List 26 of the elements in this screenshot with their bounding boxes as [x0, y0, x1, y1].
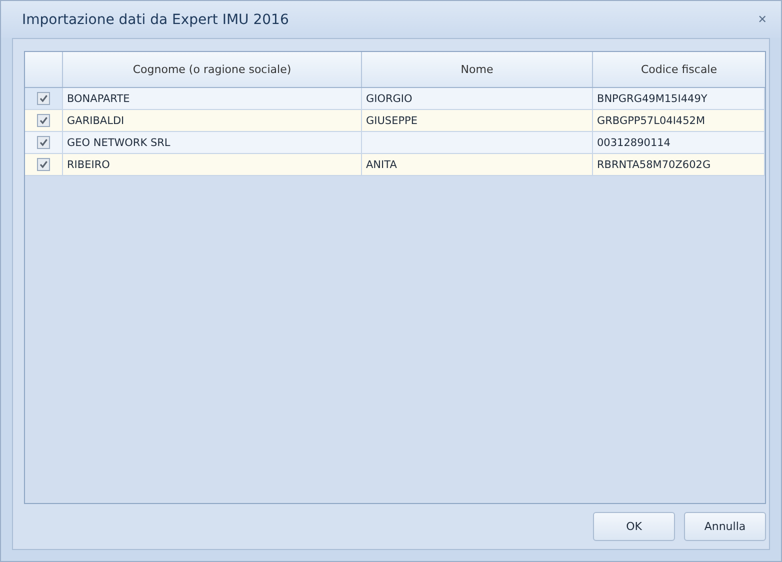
- table-cell: RIBEIRO: [63, 154, 362, 175]
- table-row[interactable]: RIBEIRO ANITA RBRNTA58M70Z602G: [25, 154, 765, 176]
- table-row[interactable]: GEO NETWORK SRL 00312890114: [25, 132, 765, 154]
- cancel-button[interactable]: Annulla: [684, 512, 766, 541]
- selected-row[interactable]: BONAPARTE GIORGIO BNPGRG49M15I449Y: [25, 88, 765, 110]
- column-header[interactable]: Cognome (o ragione sociale): [63, 52, 362, 87]
- table-cell: RBRNTA58M70Z602G: [593, 154, 765, 175]
- table-cell: ANITA: [362, 154, 593, 175]
- column-header[interactable]: Codice fiscale: [593, 52, 765, 87]
- table-row[interactable]: GARIBALDI GIUSEPPE GRBGPP57L04I452M: [25, 110, 765, 132]
- ok-button[interactable]: OK: [593, 512, 675, 541]
- table-cell: 00312890114: [593, 132, 765, 153]
- table-cell: BNPGRG49M15I449Y: [593, 88, 765, 109]
- table-cell: BONAPARTE: [63, 88, 362, 109]
- table-cell: GARIBALDI: [63, 110, 362, 131]
- checkbox[interactable]: [37, 136, 50, 149]
- checkbox[interactable]: [37, 114, 50, 127]
- column-header[interactable]: Nome: [362, 52, 593, 87]
- table-cell: GIUSEPPE: [362, 110, 593, 131]
- close-button[interactable]: ✕: [756, 11, 769, 28]
- table-cell: GIORGIO: [362, 88, 593, 109]
- checkbox[interactable]: [37, 92, 50, 105]
- window-title: Importazione dati da Expert IMU 2016: [22, 12, 290, 28]
- checkbox[interactable]: [37, 158, 50, 171]
- table-cell: GRBGPP57L04I452M: [593, 110, 765, 131]
- table-cell: GEO NETWORK SRL: [63, 132, 362, 153]
